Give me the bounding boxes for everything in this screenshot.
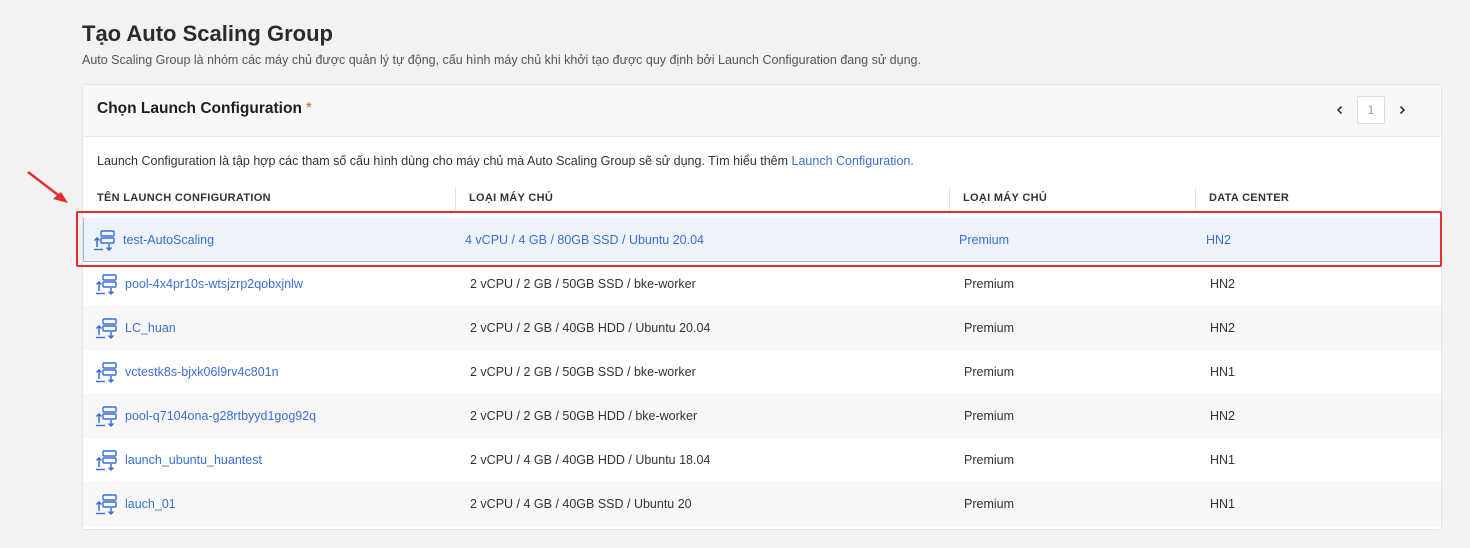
server-spec: 2 vCPU / 2 GB / 50GB SSD / bke-worker [470, 277, 696, 291]
card-title-text: Chọn Launch Configuration [97, 100, 302, 117]
column-divider [1195, 188, 1196, 210]
type-cell: Premium [964, 350, 1014, 394]
launch-config-name[interactable]: pool-q7104ona-g28rtbyyd1gog92q [125, 409, 316, 423]
spec-cell: 2 vCPU / 2 GB / 50GB SSD / bke-worker [470, 350, 696, 394]
server-spec: 2 vCPU / 4 GB / 40GB HDD / Ubuntu 18.04 [470, 453, 711, 467]
launch-config-icon [95, 406, 117, 427]
page-header: Tạo Auto Scaling Group Auto Scaling Grou… [82, 20, 921, 68]
pagination: 1 [1327, 96, 1415, 124]
page-title: Tạo Auto Scaling Group [82, 21, 333, 46]
server-type: Premium [964, 497, 1015, 511]
server-type: Premium [964, 453, 1015, 467]
type-cell: Premium [964, 394, 1014, 438]
data-center: HN1 [1210, 497, 1236, 511]
spec-cell: 2 vCPU / 2 GB / 50GB SSD / bke-worker [470, 262, 696, 306]
column-header-name: TÊN LAUNCH CONFIGURATION [97, 192, 271, 204]
spec-cell: 2 vCPU / 2 GB / 50GB HDD / bke-worker [470, 394, 697, 438]
launch-config-name[interactable]: test-AutoScaling [123, 233, 214, 247]
launch-config-icon [93, 230, 115, 251]
name-cell: lauch_01 [95, 482, 176, 526]
card-title: Chọn Launch Configuration * [97, 100, 312, 118]
table-body: test-AutoScaling 4 vCPU / 4 GB / 80GB SS… [83, 218, 1441, 526]
red-arrow-icon [27, 171, 68, 203]
spec-cell: 2 vCPU / 4 GB / 40GB HDD / Ubuntu 18.04 [470, 438, 710, 482]
server-spec: 2 vCPU / 2 GB / 50GB SSD / bke-worker [470, 365, 696, 379]
data-center: HN2 [1210, 277, 1236, 291]
spec-cell: 2 vCPU / 4 GB / 40GB SSD / Ubuntu 20 [470, 482, 692, 526]
launch-config-card: Chọn Launch Configuration * 1 Launch Conf… [82, 84, 1442, 530]
server-spec: 4 vCPU / 4 GB / 80GB SSD / Ubuntu 20.04 [465, 233, 705, 247]
dc-cell: HN1 [1210, 438, 1235, 482]
card-intro: Launch Configuration là tập hợp các tham… [97, 154, 914, 168]
data-center: HN1 [1210, 453, 1236, 467]
type-cell: Premium [964, 262, 1014, 306]
launch-config-icon [95, 362, 117, 383]
table-row-selected[interactable]: test-AutoScaling 4 vCPU / 4 GB / 80GB SS… [83, 218, 1441, 262]
name-cell: LC_huan [95, 306, 176, 350]
server-type: Premium [959, 233, 1010, 247]
server-type: Premium [964, 409, 1015, 423]
page-description: Auto Scaling Group là nhóm các máy chủ đ… [82, 53, 921, 67]
current-page[interactable]: 1 [1357, 96, 1385, 124]
table-row[interactable]: pool-q7104ona-g28rtbyyd1gog92q 2 vCPU / … [83, 394, 1441, 438]
launch-config-name[interactable]: pool-4x4pr10s-wtsjzrp2qobxjnlw [125, 277, 303, 291]
launch-config-name[interactable]: vctestk8s-bjxk06l9rv4c801n [125, 365, 279, 379]
data-center: HN2 [1206, 233, 1232, 247]
launch-config-name[interactable]: launch_ubuntu_huantest [125, 453, 262, 467]
name-cell: launch_ubuntu_huantest [95, 438, 262, 482]
required-mark: * [305, 100, 312, 117]
table-header: TÊN LAUNCH CONFIGURATION LOẠI MÁY CHỦ LO… [83, 188, 1441, 210]
prev-page-button[interactable] [1327, 97, 1353, 123]
table-row[interactable]: launch_ubuntu_huantest 2 vCPU / 4 GB / 4… [83, 438, 1441, 482]
name-cell: test-AutoScaling [93, 218, 214, 262]
type-cell: Premium [964, 482, 1014, 526]
spec-cell: 2 vCPU / 2 GB / 40GB HDD / Ubuntu 20.04 [470, 306, 710, 350]
data-center: HN1 [1210, 365, 1236, 379]
card-header: Chọn Launch Configuration * 1 [83, 85, 1441, 137]
table-row[interactable]: vctestk8s-bjxk06l9rv4c801n 2 vCPU / 2 GB… [83, 350, 1441, 394]
name-cell: pool-4x4pr10s-wtsjzrp2qobxjnlw [95, 262, 303, 306]
data-center: HN2 [1210, 321, 1236, 335]
launch-config-name[interactable]: LC_huan [125, 321, 176, 335]
dc-cell: HN1 [1210, 482, 1235, 526]
chevron-left-icon [1336, 105, 1343, 115]
name-cell: vctestk8s-bjxk06l9rv4c801n [95, 350, 279, 394]
table-row[interactable]: LC_huan 2 vCPU / 2 GB / 40GB HDD / Ubunt… [83, 306, 1441, 350]
dc-cell: HN2 [1210, 306, 1235, 350]
type-cell: Premium [959, 218, 1009, 262]
server-type: Premium [964, 321, 1015, 335]
dc-cell: HN1 [1210, 350, 1235, 394]
launch-config-icon [95, 318, 117, 339]
spec-cell: 4 vCPU / 4 GB / 80GB SSD / Ubuntu 20.04 [465, 218, 704, 262]
server-spec: 2 vCPU / 2 GB / 40GB HDD / Ubuntu 20.04 [470, 321, 711, 335]
dc-cell: HN2 [1210, 262, 1235, 306]
name-cell: pool-q7104ona-g28rtbyyd1gog92q [95, 394, 316, 438]
learn-more-link[interactable]: Launch Configuration. [792, 154, 914, 168]
launch-config-icon [95, 450, 117, 471]
column-header-spec: LOẠI MÁY CHỦ [469, 192, 554, 204]
table-row[interactable]: lauch_01 2 vCPU / 4 GB / 40GB SSD / Ubun… [83, 482, 1441, 526]
column-divider [949, 188, 950, 210]
column-header-datacenter: DATA CENTER [1209, 192, 1290, 204]
launch-config-icon [95, 494, 117, 515]
server-type: Premium [964, 277, 1015, 291]
next-page-button[interactable] [1389, 97, 1415, 123]
dc-cell: HN2 [1206, 218, 1231, 262]
server-spec: 2 vCPU / 2 GB / 50GB HDD / bke-worker [470, 409, 698, 423]
server-type: Premium [964, 365, 1015, 379]
launch-config-icon [95, 274, 117, 295]
launch-config-name[interactable]: lauch_01 [125, 497, 176, 511]
dc-cell: HN2 [1210, 394, 1235, 438]
column-divider [455, 188, 456, 210]
column-header-type: LOẠI MÁY CHỦ [963, 192, 1048, 204]
intro-text: Launch Configuration là tập hợp các tham… [97, 154, 792, 168]
chevron-right-icon [1399, 105, 1406, 115]
type-cell: Premium [964, 438, 1014, 482]
server-spec: 2 vCPU / 4 GB / 40GB SSD / Ubuntu 20 [470, 497, 692, 511]
type-cell: Premium [964, 306, 1014, 350]
table-row[interactable]: pool-4x4pr10s-wtsjzrp2qobxjnlw 2 vCPU / … [83, 262, 1441, 306]
data-center: HN2 [1210, 409, 1236, 423]
